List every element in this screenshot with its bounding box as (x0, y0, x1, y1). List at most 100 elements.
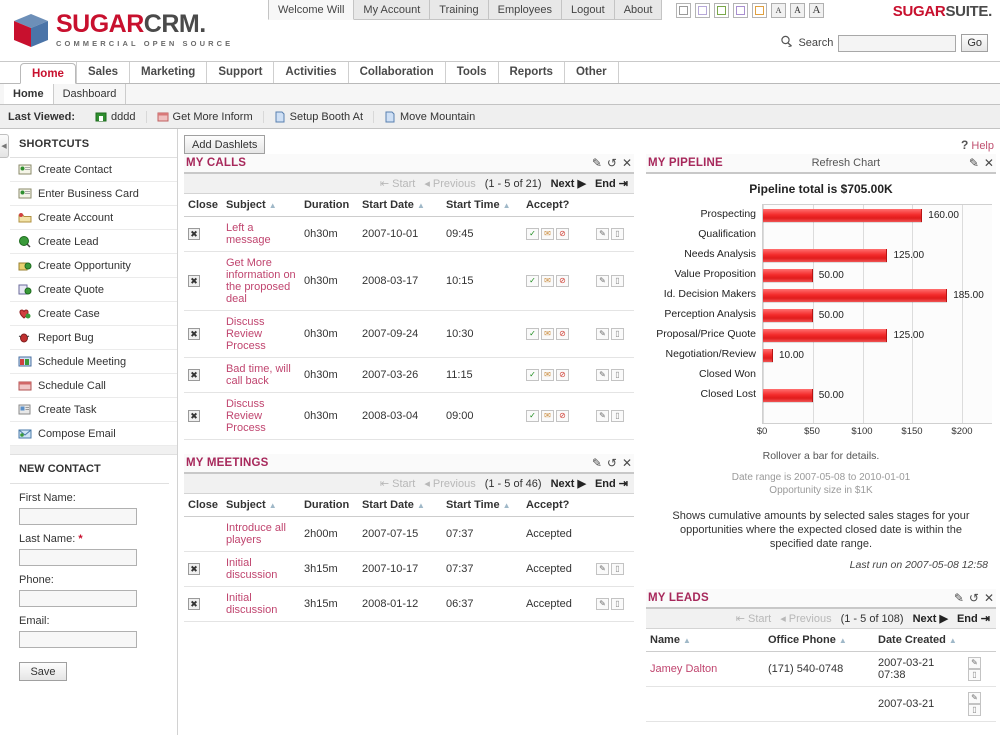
accept-icon[interactable]: ✓ (525, 369, 539, 382)
save-icon[interactable]: ▯ (968, 669, 981, 682)
sub-nav-dashboard[interactable]: Dashboard (54, 84, 127, 104)
edit-icon[interactable]: ✎ (595, 410, 609, 423)
close-x-icon[interactable]: ✕ (984, 592, 994, 604)
refresh-icon[interactable]: ↺ (969, 592, 979, 604)
chart-bar[interactable] (763, 328, 888, 342)
last-viewed-item-dddd[interactable]: dddd (85, 111, 145, 123)
last-viewed-item-get-more-inform[interactable]: Get More Inform (145, 110, 263, 123)
sidebar-collapse-icon[interactable]: ◀ (0, 134, 9, 158)
close-icon[interactable]: ✖ (188, 275, 200, 287)
save-icon[interactable]: ▯ (968, 704, 981, 717)
accept-icon[interactable]: ✓ (525, 228, 539, 241)
utility-nav-training[interactable]: Training (430, 0, 489, 20)
col-start-time[interactable]: Start Time ▲ (441, 194, 522, 217)
last-name-input[interactable] (19, 549, 137, 566)
col-start-time[interactable]: Start Time ▲ (441, 494, 522, 517)
meeting-subject-link[interactable]: Initial discussion (226, 592, 277, 616)
save-icon[interactable]: ▯ (610, 563, 624, 576)
cell-subject[interactable]: Initial discussion (221, 551, 300, 587)
pager-next[interactable]: Next ▶ (551, 177, 586, 190)
edit-icon[interactable]: ✎ (595, 563, 609, 576)
edit-icon[interactable]: ✎ (595, 275, 609, 288)
module-tab-support[interactable]: Support (206, 62, 274, 83)
call-subject-link[interactable]: Get More information on the proposed dea… (226, 257, 296, 305)
chart-bar[interactable] (763, 388, 813, 402)
call-subject-link[interactable]: Bad time, will call back (226, 363, 291, 387)
col-date-created[interactable]: Date Created ▲ (874, 629, 964, 652)
close-icon[interactable]: ✖ (188, 369, 200, 381)
call-subject-link[interactable]: Left a message (226, 222, 271, 246)
save-icon[interactable]: ▯ (610, 328, 624, 341)
tentative-icon[interactable]: ✉ (540, 228, 554, 241)
close-icon[interactable]: ✖ (188, 328, 200, 340)
col-name[interactable]: Name ▲ (646, 629, 764, 652)
decline-icon[interactable]: ⊘ (555, 369, 569, 382)
theme-swatch-orange[interactable] (752, 3, 767, 18)
utility-nav-employees[interactable]: Employees (488, 0, 563, 20)
cell-subject[interactable]: Bad time, will call back (221, 357, 300, 393)
module-tab-home[interactable]: Home (20, 63, 76, 84)
save-button[interactable]: Save (19, 662, 67, 681)
chart-bar[interactable] (763, 348, 773, 362)
cell-close[interactable]: ✖ (184, 216, 222, 252)
col-subject[interactable]: Subject ▲ (221, 494, 300, 517)
sidebar-item-create-quote[interactable]: Create Quote (10, 278, 177, 302)
utility-nav-welcome[interactable]: Welcome Will (268, 0, 355, 20)
font-size-small-button[interactable]: A (771, 3, 786, 18)
module-tab-sales[interactable]: Sales (75, 62, 130, 83)
refresh-icon[interactable]: ↺ (607, 457, 617, 469)
cell-subject[interactable]: Get More information on the proposed dea… (221, 251, 300, 311)
save-icon[interactable]: ▯ (610, 275, 624, 288)
col-subject[interactable]: Subject ▲ (221, 194, 300, 217)
close-x-icon[interactable]: ✕ (622, 157, 632, 169)
tentative-icon[interactable]: ✉ (540, 369, 554, 382)
edit-pencil-icon[interactable]: ✎ (954, 592, 964, 604)
meeting-subject-link[interactable]: Initial discussion (226, 557, 277, 581)
close-icon[interactable]: ✖ (188, 563, 200, 575)
meeting-subject-link[interactable]: Introduce all players (226, 522, 286, 546)
theme-swatch-green[interactable] (714, 3, 729, 18)
chart-bar[interactable] (763, 268, 813, 282)
sugarcrm-logo[interactable]: SUGARCRM. COMMERCIAL OPEN SOURCE (12, 12, 233, 50)
cell-name[interactable]: Jamey Dalton (646, 651, 764, 688)
cell-close[interactable]: ✖ (184, 251, 222, 311)
edit-pencil-icon[interactable]: ✎ (969, 157, 979, 169)
pager-end[interactable]: End ⇥ (957, 612, 990, 625)
chart-bar[interactable] (763, 288, 948, 302)
add-dashlets-button[interactable]: Add Dashlets (184, 135, 266, 154)
pager-end[interactable]: End ⇥ (595, 177, 628, 190)
help-link[interactable]: ? Help (961, 138, 994, 152)
cell-name[interactable] (646, 686, 764, 723)
refresh-icon[interactable]: ↺ (607, 157, 617, 169)
sidebar-item-create-task[interactable]: Create Task (10, 398, 177, 422)
edit-pencil-icon[interactable]: ✎ (592, 157, 602, 169)
cell-close[interactable]: ✖ (184, 586, 222, 622)
theme-swatch-gray[interactable] (676, 3, 691, 18)
first-name-input[interactable] (19, 508, 137, 525)
utility-nav-logout[interactable]: Logout (562, 0, 615, 20)
close-icon[interactable]: ✖ (188, 228, 200, 240)
edit-icon[interactable]: ✎ (595, 228, 609, 241)
cell-close[interactable]: ✖ (184, 551, 222, 587)
close-x-icon[interactable]: ✕ (984, 157, 994, 169)
search-input[interactable] (838, 34, 957, 52)
col-start-date[interactable]: Start Date ▲ (357, 494, 442, 517)
accept-icon[interactable]: ✓ (525, 328, 539, 341)
cell-subject[interactable]: Left a message (221, 216, 300, 252)
tentative-icon[interactable]: ✉ (540, 328, 554, 341)
search-go-button[interactable]: Go (961, 34, 988, 52)
tentative-icon[interactable]: ✉ (540, 410, 554, 423)
lead-name-link[interactable]: Jamey Dalton (650, 663, 717, 675)
refresh-chart-link[interactable]: Refresh Chart (812, 157, 880, 169)
edit-icon[interactable]: ✎ (595, 328, 609, 341)
module-tab-activities[interactable]: Activities (273, 62, 348, 83)
last-viewed-item-move-mountain[interactable]: Move Mountain (373, 110, 485, 123)
cell-close[interactable]: ✖ (184, 392, 222, 440)
pager-next[interactable]: Next ▶ (913, 612, 948, 625)
save-icon[interactable]: ▯ (610, 410, 624, 423)
module-tab-marketing[interactable]: Marketing (129, 62, 207, 83)
sub-nav-home[interactable]: Home (4, 84, 54, 104)
edit-icon[interactable]: ✎ (595, 369, 609, 382)
call-subject-link[interactable]: Discuss Review Process (226, 398, 266, 434)
cell-subject[interactable]: Introduce all players (221, 516, 300, 552)
